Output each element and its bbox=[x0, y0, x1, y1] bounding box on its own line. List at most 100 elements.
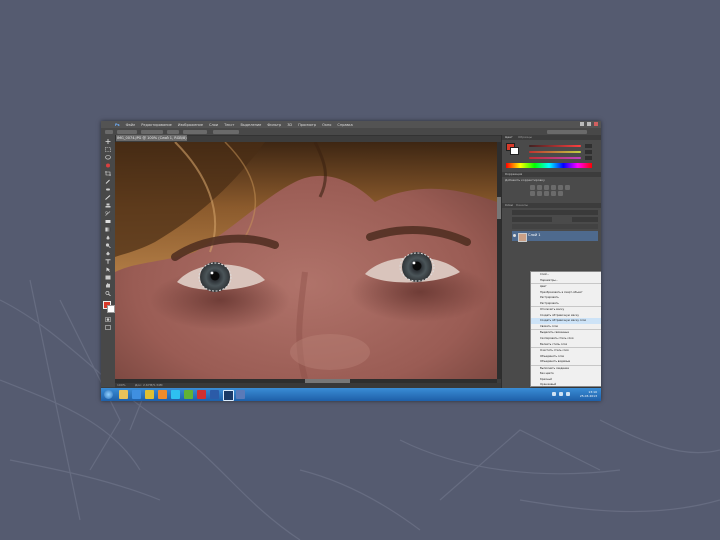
red-slider[interactable] bbox=[529, 145, 581, 147]
blur-tool-icon[interactable] bbox=[105, 235, 111, 240]
lock-row[interactable] bbox=[512, 224, 598, 229]
levels-icon[interactable] bbox=[537, 185, 542, 190]
curves-icon[interactable] bbox=[544, 185, 549, 190]
minimize-button[interactable] bbox=[580, 122, 584, 126]
channel-mixer-icon[interactable] bbox=[551, 191, 556, 196]
close-button[interactable] bbox=[594, 122, 598, 126]
eyedropper-tool-icon[interactable] bbox=[105, 179, 111, 184]
style-dropdown[interactable] bbox=[183, 129, 207, 134]
brush-tool-icon[interactable] bbox=[105, 195, 111, 200]
gradient-tool-icon[interactable] bbox=[105, 227, 111, 232]
tray-network-icon[interactable] bbox=[552, 392, 556, 396]
tool-preset-picker[interactable] bbox=[105, 129, 113, 134]
blend-mode-dropdown[interactable] bbox=[512, 217, 552, 222]
taskbar-opera-icon[interactable] bbox=[197, 390, 206, 399]
taskbar-media-icon[interactable] bbox=[158, 390, 167, 399]
dodge-tool-icon[interactable] bbox=[105, 243, 111, 248]
screen-mode-icon[interactable] bbox=[105, 325, 111, 330]
black-white-icon[interactable] bbox=[537, 191, 542, 196]
document-canvas[interactable] bbox=[115, 142, 497, 379]
context-menu-item[interactable]: Оранжевый bbox=[531, 382, 601, 386]
tab-layers[interactable]: Слои bbox=[505, 203, 513, 207]
windows-taskbar: 13:10 25.03.2013 bbox=[101, 388, 601, 401]
menu-item-ps[interactable]: Ps bbox=[115, 123, 120, 127]
menu-bar: Ps Файл Редактирование Изображение Слои … bbox=[101, 121, 601, 128]
menu-item-image[interactable]: Изображение bbox=[178, 123, 203, 127]
visibility-eye-icon[interactable] bbox=[513, 234, 516, 237]
tab-color[interactable]: Цвет bbox=[505, 135, 513, 139]
pen-tool-icon[interactable] bbox=[105, 251, 111, 256]
history-brush-tool-icon[interactable] bbox=[105, 211, 111, 216]
brightness-contrast-icon[interactable] bbox=[530, 185, 535, 190]
panel-background-swatch[interactable] bbox=[510, 147, 519, 155]
tab-swatches[interactable]: Образцы bbox=[518, 135, 532, 139]
selection-mode-buttons[interactable] bbox=[117, 129, 137, 134]
taskbar-skype-icon[interactable] bbox=[171, 390, 180, 399]
hand-tool-icon[interactable] bbox=[105, 283, 111, 288]
tray-volume-icon[interactable] bbox=[559, 392, 563, 396]
system-clock[interactable]: 13:10 25.03.2013 bbox=[580, 390, 597, 398]
quick-mask-icon[interactable] bbox=[105, 317, 111, 322]
invert-icon[interactable] bbox=[558, 191, 563, 196]
tab-channels[interactable]: Каналы bbox=[516, 203, 528, 207]
tab-adjustments[interactable]: Коррекция bbox=[505, 172, 522, 176]
menu-item-view[interactable]: Просмотр bbox=[298, 123, 316, 127]
crop-tool-icon[interactable] bbox=[105, 171, 111, 176]
feather-field[interactable] bbox=[141, 129, 163, 134]
window-controls bbox=[580, 122, 598, 126]
menu-item-edit[interactable]: Редактирование bbox=[141, 123, 172, 127]
taskbar-ie-icon[interactable] bbox=[132, 390, 141, 399]
layer-row[interactable]: Слой 1 bbox=[512, 231, 598, 242]
zoom-tool-icon[interactable] bbox=[105, 291, 111, 296]
start-button[interactable] bbox=[104, 390, 113, 399]
path-selection-tool-icon[interactable] bbox=[105, 267, 111, 272]
menu-item-select[interactable]: Выделение bbox=[240, 123, 261, 127]
marquee-tool-icon[interactable] bbox=[105, 147, 111, 152]
adjustments-title: Добавить корректировку bbox=[505, 178, 545, 182]
green-slider[interactable] bbox=[529, 151, 581, 153]
vibrance-icon[interactable] bbox=[558, 185, 563, 190]
workspace-switcher[interactable] bbox=[547, 129, 587, 134]
taskbar-chrome-icon[interactable] bbox=[145, 390, 154, 399]
menu-item-window[interactable]: Окно bbox=[322, 123, 331, 127]
blue-slider[interactable] bbox=[529, 157, 581, 159]
color-balance-icon[interactable] bbox=[530, 191, 535, 196]
zoom-level[interactable]: 100% bbox=[117, 383, 126, 387]
eraser-tool-icon[interactable] bbox=[105, 219, 111, 224]
refine-edge-button[interactable] bbox=[213, 129, 239, 134]
menu-item-type[interactable]: Текст bbox=[224, 123, 234, 127]
layer-name[interactable]: Слой 1 bbox=[528, 233, 540, 237]
photo-filter-icon[interactable] bbox=[544, 191, 549, 196]
move-tool-icon[interactable] bbox=[105, 139, 111, 144]
green-value[interactable] bbox=[585, 150, 592, 154]
taskbar-word-icon[interactable] bbox=[210, 390, 219, 399]
opacity-field[interactable] bbox=[572, 217, 598, 222]
background-color-swatch[interactable] bbox=[107, 305, 115, 313]
shape-tool-icon[interactable] bbox=[105, 275, 111, 280]
tools-panel bbox=[101, 135, 116, 387]
menu-item-3d[interactable]: 3D bbox=[287, 123, 292, 127]
type-tool-icon[interactable] bbox=[105, 259, 111, 264]
taskbar-utorrent-icon[interactable] bbox=[184, 390, 193, 399]
taskbar-app-icon[interactable] bbox=[236, 390, 245, 399]
menu-item-help[interactable]: Справка bbox=[337, 123, 352, 127]
exposure-icon[interactable] bbox=[551, 185, 556, 190]
healing-brush-tool-icon[interactable] bbox=[105, 187, 111, 192]
menu-item-file[interactable]: Файл bbox=[126, 123, 136, 127]
taskbar-photoshop-icon[interactable] bbox=[223, 390, 234, 401]
quick-select-tool-icon[interactable] bbox=[105, 163, 111, 168]
color-spectrum-bar[interactable] bbox=[506, 163, 592, 168]
hue-saturation-icon[interactable] bbox=[565, 185, 570, 190]
menu-item-filter[interactable]: Фильтр bbox=[267, 123, 281, 127]
layer-filter-row[interactable] bbox=[512, 210, 598, 215]
taskbar-explorer-icon[interactable] bbox=[119, 390, 128, 399]
antialias-checkbox[interactable] bbox=[167, 129, 179, 134]
document-tab[interactable]: IMG_0074.JPG @ 100% (Слой 1, RGB/8) bbox=[115, 135, 187, 141]
clone-stamp-tool-icon[interactable] bbox=[105, 203, 111, 208]
red-value[interactable] bbox=[585, 144, 592, 148]
lasso-tool-icon[interactable] bbox=[105, 155, 111, 160]
menu-item-layer[interactable]: Слои bbox=[209, 123, 218, 127]
tray-flag-icon[interactable] bbox=[566, 392, 570, 396]
blue-value[interactable] bbox=[585, 156, 592, 160]
maximize-button[interactable] bbox=[587, 122, 591, 126]
